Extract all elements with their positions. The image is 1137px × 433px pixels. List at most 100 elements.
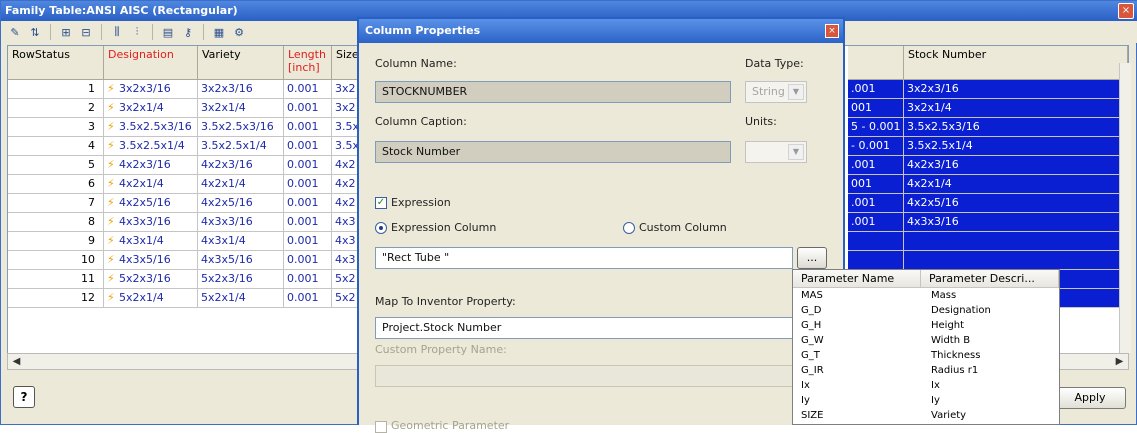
expression-column-radio[interactable] [375, 222, 387, 234]
parameter-dropdown-list[interactable]: Parameter Name Parameter Descri... MAS Ma… [792, 269, 1060, 425]
parameter-row[interactable]: G_H Height [793, 320, 1059, 331]
delete-row-icon[interactable]: ⊟ [78, 24, 94, 40]
sort-icon[interactable]: ⇅ [27, 24, 43, 40]
parameter-row[interactable]: MAS Mass [793, 290, 1059, 301]
row-number-cell[interactable]: 6 [8, 175, 104, 194]
row-number-cell[interactable]: 7 [8, 194, 104, 213]
variety-cell[interactable]: 3.5x2.5x3/16 [198, 118, 284, 137]
insert-row-icon[interactable]: ⊞ [58, 24, 74, 40]
designation-cell[interactable]: ⚡ 3x2x1/4 [104, 99, 198, 118]
data-type-select[interactable]: String ▼ [745, 81, 807, 103]
variety-cell[interactable]: 5x2x1/4 [198, 289, 284, 308]
header-stock-number[interactable]: Stock Number [904, 46, 1128, 80]
length-cell[interactable]: 0.001 [284, 213, 332, 232]
partial-cell[interactable]: .001 [848, 213, 904, 232]
chevron-down-icon[interactable]: ▼ [788, 84, 804, 100]
column-name-field[interactable]: STOCKNUMBER [375, 81, 731, 103]
dialog-close-button[interactable]: × [825, 24, 839, 38]
length-cell[interactable]: 0.001 [284, 270, 332, 289]
partial-cell[interactable]: .001 [848, 194, 904, 213]
header-length[interactable]: Length [inch] [284, 46, 332, 80]
length-cell[interactable]: 0.001 [284, 175, 332, 194]
header-designation[interactable]: Designation [104, 46, 198, 80]
row-number-cell[interactable]: 2 [8, 99, 104, 118]
chevron-down-icon[interactable]: ▼ [788, 144, 804, 160]
partial-cell[interactable]: 5 - 0.001 [848, 118, 904, 137]
geometric-parameter-checkbox[interactable] [375, 421, 387, 433]
help-button[interactable]: ? [13, 386, 35, 408]
units-select[interactable]: ▼ [745, 141, 807, 163]
parameter-row[interactable]: SIZE Variety [793, 410, 1059, 421]
designation-cell[interactable]: ⚡ 3.5x2.5x1/4 [104, 137, 198, 156]
row-number-cell[interactable]: 12 [8, 289, 104, 308]
stock-number-cell[interactable]: 4x3x3/16 [904, 213, 1128, 232]
designation-cell[interactable]: ⚡ 4x2x1/4 [104, 175, 198, 194]
parameter-row[interactable]: G_IR Radius r1 [793, 365, 1059, 376]
designation-cell[interactable]: ⚡ 4x2x5/16 [104, 194, 198, 213]
parameter-row[interactable]: G_W Width B [793, 335, 1059, 346]
header-rowstatus[interactable]: RowStatus [8, 46, 104, 80]
stock-number-cell[interactable]: 4x2x1/4 [904, 175, 1128, 194]
delete-column-icon[interactable]: ⫶ [129, 24, 145, 40]
partial-cell[interactable]: 001 [848, 175, 904, 194]
scroll-right-icon[interactable]: ▶ [1111, 354, 1128, 369]
map-to-field[interactable]: Project.Stock Number [375, 317, 793, 339]
parameter-description-header[interactable]: Parameter Descri... [921, 270, 1059, 288]
variety-cell[interactable]: 5x2x3/16 [198, 270, 284, 289]
row-number-cell[interactable]: 11 [8, 270, 104, 289]
expression-checkbox[interactable]: ✓ [375, 197, 387, 209]
row-number-cell[interactable]: 5 [8, 156, 104, 175]
stock-number-cell[interactable]: 3x2x1/4 [904, 99, 1128, 118]
length-cell[interactable]: 0.001 [284, 194, 332, 213]
length-cell[interactable]: 0.001 [284, 156, 332, 175]
designation-cell[interactable]: ⚡ 4x3x1/4 [104, 232, 198, 251]
length-cell[interactable]: 0.001 [284, 137, 332, 156]
designation-cell[interactable]: ⚡ 5x2x1/4 [104, 289, 198, 308]
parameter-row[interactable]: G_D Designation [793, 305, 1059, 316]
designation-cell[interactable]: ⚡ 4x3x3/16 [104, 213, 198, 232]
row-number-cell[interactable]: 8 [8, 213, 104, 232]
variety-cell[interactable]: 4x2x3/16 [198, 156, 284, 175]
stock-number-cell[interactable]: 3.5x2.5x3/16 [904, 118, 1128, 137]
expression-input[interactable]: "Rect Tube " [375, 247, 793, 269]
edit-icon[interactable]: ✎ [7, 24, 23, 40]
length-cell[interactable]: 0.001 [284, 251, 332, 270]
custom-property-field[interactable] [375, 365, 793, 387]
partial-cell[interactable]: - 0.001 [848, 137, 904, 156]
row-number-cell[interactable]: 1 [8, 80, 104, 99]
variety-cell[interactable]: 3.5x2.5x1/4 [198, 137, 284, 156]
insert-column-icon[interactable]: ⫼ [109, 24, 125, 40]
header-variety[interactable]: Variety [198, 46, 284, 80]
variety-cell[interactable]: 4x2x1/4 [198, 175, 284, 194]
row-number-cell[interactable]: 3 [8, 118, 104, 137]
designation-cell[interactable]: ⚡ 5x2x3/16 [104, 270, 198, 289]
export-icon[interactable]: ▦ [211, 24, 227, 40]
variety-cell[interactable]: 3x2x1/4 [198, 99, 284, 118]
parameter-row[interactable]: Iy Iy [793, 395, 1059, 406]
parameter-row[interactable]: G_T Thickness [793, 350, 1059, 361]
row-number-cell[interactable]: 4 [8, 137, 104, 156]
partial-cell[interactable]: 001 [848, 99, 904, 118]
parameter-row[interactable]: Ix Ix [793, 380, 1059, 391]
vertical-scrollbar[interactable] [1119, 63, 1131, 353]
length-cell[interactable]: 0.001 [284, 118, 332, 137]
stock-number-cell[interactable]: 3x2x3/16 [904, 80, 1128, 99]
partial-cell[interactable]: .001 [848, 156, 904, 175]
scroll-left-icon[interactable]: ◀ [8, 354, 25, 369]
stock-number-cell[interactable]: 3.5x2.5x1/4 [904, 137, 1128, 156]
designation-cell[interactable]: ⚡ 4x2x3/16 [104, 156, 198, 175]
stock-number-cell[interactable] [904, 251, 1128, 270]
variety-cell[interactable]: 3x2x3/16 [198, 80, 284, 99]
stock-number-cell[interactable] [904, 232, 1128, 251]
partial-cell[interactable]: .001 [848, 80, 904, 99]
apply-button[interactable]: Apply [1054, 387, 1126, 409]
column-properties-icon[interactable]: ▤ [160, 24, 176, 40]
variety-cell[interactable]: 4x2x5/16 [198, 194, 284, 213]
designation-cell[interactable]: ⚡ 3.5x2.5x3/16 [104, 118, 198, 137]
custom-column-radio[interactable] [623, 222, 635, 234]
settings-icon[interactable]: ⚙ [231, 24, 247, 40]
length-cell[interactable]: 0.001 [284, 232, 332, 251]
variety-cell[interactable]: 4x3x1/4 [198, 232, 284, 251]
length-cell[interactable]: 0.001 [284, 80, 332, 99]
partial-cell[interactable] [848, 251, 904, 270]
